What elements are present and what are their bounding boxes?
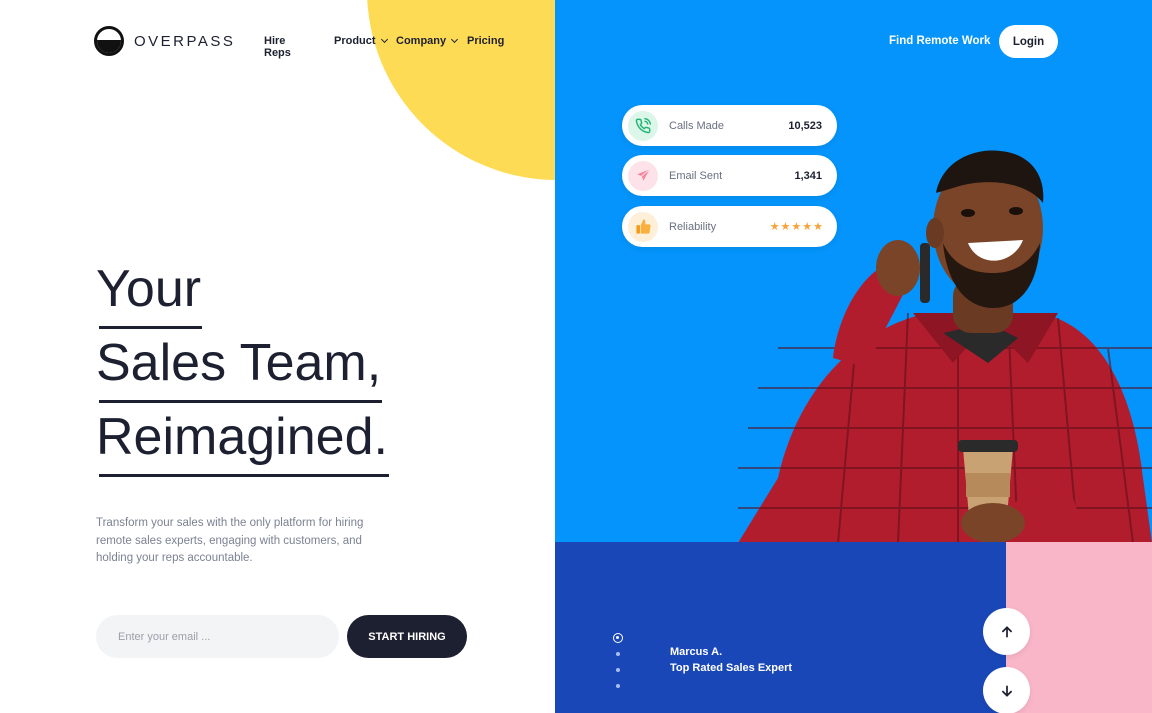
nav-hire-reps-label: Hire Reps bbox=[264, 35, 291, 59]
carousel-dot[interactable] bbox=[616, 652, 620, 656]
arrow-up-icon bbox=[1001, 625, 1012, 638]
paper-plane-icon bbox=[628, 160, 658, 191]
right-panel: Find Remote Work Login Calls Made 10,523… bbox=[555, 0, 1152, 713]
left-panel: OVERPASS Hire Reps Product Company Prici… bbox=[0, 0, 555, 713]
yellow-circle-decoration bbox=[367, 0, 555, 180]
headline-line-2: Sales Team, bbox=[96, 326, 383, 403]
nav-product[interactable]: Product bbox=[334, 35, 388, 47]
thumbs-up-icon bbox=[628, 211, 658, 242]
nav-company[interactable]: Company bbox=[396, 35, 459, 47]
nav-hire-reps[interactable]: Hire Reps bbox=[264, 35, 291, 59]
nav-pricing-label: Pricing bbox=[467, 35, 505, 47]
email-input[interactable] bbox=[96, 615, 339, 658]
login-button[interactable]: Login bbox=[999, 25, 1058, 58]
nav-product-label: Product bbox=[334, 35, 376, 47]
start-hiring-button[interactable]: START HIRING bbox=[347, 615, 467, 658]
hero-description: Transform your sales with the only platf… bbox=[96, 517, 364, 564]
testimonial-role: Top Rated Sales Expert bbox=[670, 662, 793, 674]
carousel-dot-active[interactable] bbox=[613, 633, 623, 643]
chevron-down-icon bbox=[451, 35, 459, 44]
nav-pricing[interactable]: Pricing bbox=[467, 35, 504, 47]
brand-name: OVERPASS bbox=[134, 32, 236, 50]
phone-icon bbox=[628, 110, 658, 141]
chevron-down-icon bbox=[380, 35, 388, 44]
nav-company-label: Company bbox=[396, 35, 447, 47]
stat-label: Calls Made bbox=[669, 119, 725, 132]
testimonial-band bbox=[555, 542, 1006, 713]
stat-card-calls: Calls Made 10,523 bbox=[622, 105, 837, 146]
scroll-up-button[interactable] bbox=[983, 608, 1030, 655]
carousel-dot[interactable] bbox=[616, 684, 620, 688]
headline-line-1: Your bbox=[96, 252, 203, 329]
scroll-down-button[interactable] bbox=[983, 667, 1030, 713]
hero-headline: Your Sales Team, Reimagined. bbox=[96, 252, 389, 477]
find-remote-work-link[interactable]: Find Remote Work bbox=[889, 35, 990, 47]
carousel-dot[interactable] bbox=[616, 668, 620, 672]
testimonial-name: Marcus A. bbox=[670, 646, 723, 658]
arrow-down-icon bbox=[1001, 684, 1012, 697]
logo-icon bbox=[94, 26, 124, 56]
brand-logo[interactable]: OVERPASS bbox=[94, 26, 235, 56]
headline-line-3: Reimagined. bbox=[96, 400, 389, 477]
stat-value: 10,523 bbox=[788, 119, 822, 132]
sales-rep-photo bbox=[738, 150, 1152, 543]
